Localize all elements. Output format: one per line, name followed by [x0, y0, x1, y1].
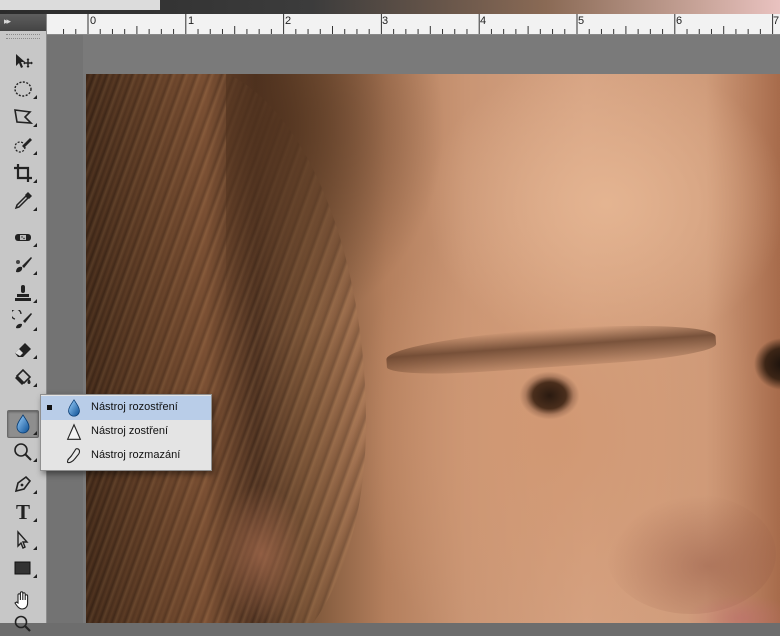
eye-left-region: [456, 364, 626, 434]
menu-item-sharpen-tool[interactable]: Nástroj zostření: [41, 420, 211, 444]
smudge-finger-icon: [66, 448, 81, 464]
selected-bullet: [47, 405, 52, 410]
menu-item-smudge-tool[interactable]: Nástroj rozmazání: [41, 444, 211, 468]
document-image[interactable]: [86, 74, 780, 623]
panel-grip[interactable]: [6, 34, 40, 39]
hand-icon: [14, 591, 29, 610]
move-icon: [16, 54, 33, 68]
image-top-edge: [0, 0, 780, 14]
lasso-icon: [14, 109, 34, 124]
history-brush-icon: [12, 310, 32, 329]
menu-item-label: Nástroj rozmazání: [91, 449, 181, 461]
ruler-mark: 3: [382, 15, 389, 27]
ear-region: [216, 484, 306, 623]
crop-tool[interactable]: [8, 161, 38, 185]
blur-tool-flyout-menu: Nástroj rozostření Nástroj zostření Nást…: [40, 394, 212, 471]
tools-panel-header[interactable]: ▸▸: [0, 14, 46, 31]
pen-tool[interactable]: [8, 472, 38, 496]
eraser-icon: [15, 343, 31, 357]
menu-item-blur-tool[interactable]: Nástroj rozostření: [41, 396, 211, 420]
pen-icon: [14, 475, 32, 493]
bandage-icon: [15, 234, 31, 241]
dodge-tool[interactable]: [8, 440, 38, 464]
ruler-mark: 2: [285, 15, 292, 27]
crop-icon: [14, 164, 32, 182]
arrow-icon: [17, 530, 29, 549]
ruler-mark: 5: [578, 15, 585, 27]
move-tool[interactable]: [8, 49, 38, 73]
ruler-mark: 0: [90, 15, 97, 27]
quick-selection-tool[interactable]: [8, 133, 38, 157]
type-icon: T: [15, 499, 30, 524]
rectangle-icon: [14, 561, 31, 575]
canvas-pasteboard: [47, 35, 83, 623]
stamp-icon: [15, 285, 31, 301]
menu-item-label: Nástroj rozostření: [91, 401, 178, 413]
history-brush-tool[interactable]: [8, 309, 38, 333]
zoom-tool[interactable]: [8, 612, 38, 636]
paint-bucket-tool[interactable]: [8, 365, 38, 389]
dodge-icon: [14, 443, 32, 461]
hand-tool[interactable]: [8, 588, 38, 612]
zoom-icon: [14, 615, 31, 632]
ruler-mark: 6: [676, 15, 683, 27]
bucket-icon: [15, 368, 32, 385]
type-tool[interactable]: T: [8, 500, 38, 524]
path-selection-tool[interactable]: [8, 528, 38, 552]
quick-selection-icon: [14, 138, 32, 153]
menu-item-label: Nástroj zostření: [91, 425, 169, 437]
eyedropper-icon: [14, 192, 32, 210]
ruler-mark: 1: [188, 15, 195, 27]
eraser-tool[interactable]: [8, 337, 38, 361]
hair-shadow: [226, 74, 446, 334]
ruler-mark: 4: [480, 15, 487, 27]
elliptical-marquee-tool[interactable]: [8, 77, 38, 101]
ellipse-marquee-icon: [14, 81, 32, 97]
spot-healing-tool[interactable]: [8, 225, 38, 249]
brush-icon: [16, 257, 32, 273]
brush-tool[interactable]: [8, 253, 38, 277]
rectangle-tool[interactable]: [8, 556, 38, 580]
drop-icon: [68, 399, 80, 417]
drop-icon: [16, 414, 30, 434]
sharpen-triangle-icon: [66, 423, 82, 440]
clone-stamp-tool[interactable]: [8, 281, 38, 305]
polygonal-lasso-tool[interactable]: [8, 105, 38, 129]
ruler-mark: 7: [773, 15, 780, 27]
collapse-icon[interactable]: ▸▸: [4, 16, 11, 27]
eye-right-region: [726, 329, 780, 399]
tools-panel: ▸▸ T: [0, 14, 47, 632]
ruler-ticks: [63, 14, 774, 34]
eyedropper-tool[interactable]: [8, 189, 38, 213]
horizontal-ruler[interactable]: 0 1 2 3 4 5 6 7: [46, 14, 780, 35]
blur-tool[interactable]: [7, 410, 39, 438]
